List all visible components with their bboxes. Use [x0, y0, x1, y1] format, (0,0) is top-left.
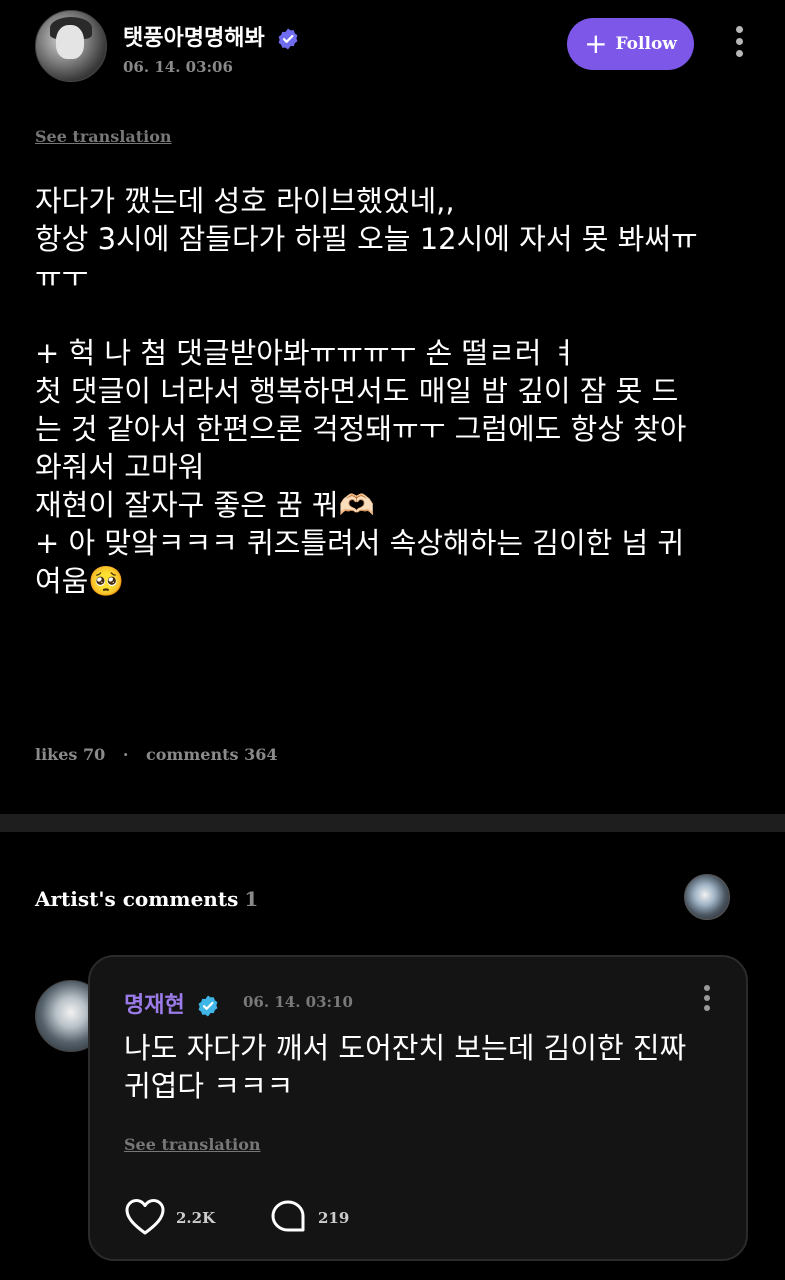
artist-comments-header: Artist's comments 1 — [35, 887, 258, 911]
comment-like-count: 2.2K — [176, 1209, 216, 1227]
follow-button[interactable]: + Follow — [567, 18, 694, 70]
artist-comment-card: 명재현 06. 14. 03:10 나도 자다가 깨서 도어잔치 보는데 김이한… — [88, 955, 748, 1261]
comment-timestamp: 06. 14. 03:10 — [243, 993, 353, 1011]
comment-bubble-icon[interactable] — [270, 1199, 306, 1235]
comment-see-translation-link[interactable]: See translation — [124, 1135, 261, 1154]
plus-icon: + — [584, 27, 608, 60]
artist-comments-count: 1 — [244, 887, 259, 911]
artist-verified-badge-icon — [199, 995, 218, 1017]
comment-actions: 2.2K 219 — [124, 1197, 524, 1237]
heart-icon[interactable] — [124, 1197, 166, 1237]
author-name-text: 탯풍아명명해봐 — [123, 26, 265, 51]
section-divider — [0, 814, 785, 832]
comment-text: 나도 자다가 깨서 도어잔치 보는데 김이한 진짜 귀엽다 ㅋㅋㅋ — [124, 1031, 687, 1103]
comment-author-name: 명재현 — [124, 993, 185, 1018]
artist-comments-title: Artist's comments — [35, 887, 239, 911]
likes-count: 70 — [83, 745, 106, 764]
more-vertical-icon[interactable] — [732, 26, 746, 62]
likes-label[interactable]: likes — [35, 745, 77, 764]
post-page: 탯풍아명명해봐 06. 14. 03:06 + Follow See trans… — [0, 0, 785, 1280]
comment-more-vertical-icon[interactable] — [702, 985, 712, 1015]
comments-label[interactable]: comments — [146, 745, 238, 764]
verified-badge-icon — [278, 28, 298, 50]
comments-count: 364 — [244, 745, 278, 764]
post-timestamp: 06. 14. 03:06 — [123, 58, 233, 76]
post-see-translation-link[interactable]: See translation — [35, 127, 172, 146]
post-stats: likes 70 · comments 364 — [35, 745, 277, 764]
artist-avatar-small[interactable] — [684, 874, 730, 920]
post-header: 탯풍아명명해봐 06. 14. 03:06 + Follow — [35, 10, 755, 82]
stats-separator: · — [122, 745, 129, 764]
author-name[interactable]: 탯풍아명명해봐 — [123, 20, 300, 52]
comment-reply-count: 219 — [318, 1209, 350, 1227]
comment-author[interactable]: 명재현 — [124, 987, 220, 1019]
author-avatar[interactable] — [35, 10, 107, 82]
follow-label: Follow — [615, 34, 677, 54]
post-body: 자다가 깼는데 성호 라이브했었네,, 항상 3시에 잠들다가 하필 오늘 12… — [35, 184, 698, 598]
